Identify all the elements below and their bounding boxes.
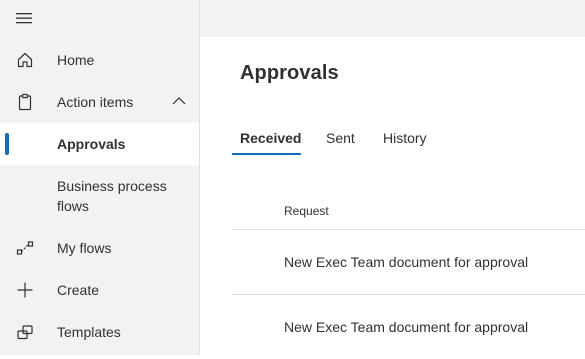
sidebar-item-label: Action items (57, 94, 134, 110)
sidebar-item-label-line2: flows (57, 198, 89, 214)
tab-sent[interactable]: Sent (326, 130, 355, 146)
hamburger-icon (16, 13, 32, 24)
hamburger-menu-button[interactable] (14, 10, 34, 26)
sidebar-item-label: Templates (57, 324, 121, 340)
sidebar-item-label: Approvals (57, 136, 126, 152)
sidebar-item-approvals[interactable]: Approvals (0, 123, 199, 165)
sidebar-item-templates[interactable]: Templates (0, 311, 199, 353)
tab-active-underline (232, 153, 301, 155)
flow-icon (16, 239, 34, 257)
sidebar-item-my-flows[interactable]: My flows (0, 227, 199, 269)
sidebar-item-home[interactable]: Home (0, 39, 199, 81)
request-title: New Exec Team document for approval (284, 319, 529, 335)
top-bar (200, 0, 585, 37)
tab-received[interactable]: Received (240, 130, 301, 146)
templates-icon (16, 323, 34, 341)
tab-history[interactable]: History (383, 130, 427, 146)
sidebar-item-label-line1: Business process (57, 178, 167, 194)
page-title: Approvals (240, 62, 339, 84)
plus-icon (16, 281, 34, 299)
chevron-up-icon[interactable] (171, 95, 187, 107)
sidebar-item-label: Business process flows (57, 176, 167, 216)
sidebar: Home Action items Approvals Business pro… (0, 0, 200, 355)
clipboard-icon (16, 93, 34, 111)
sidebar-item-label: Home (57, 52, 95, 68)
sidebar-item-label: My flows (57, 240, 112, 256)
request-title: New Exec Team document for approval (284, 254, 529, 270)
home-icon (16, 51, 34, 69)
column-header-request[interactable]: Request (284, 204, 329, 218)
table-row[interactable]: New Exec Team document for approval (232, 295, 585, 359)
sidebar-item-label: Create (57, 282, 100, 298)
sidebar-item-create[interactable]: Create (0, 269, 199, 311)
table-row[interactable]: New Exec Team document for approval (232, 230, 585, 294)
sidebar-item-action-items[interactable]: Action items (0, 81, 199, 123)
active-indicator (5, 133, 9, 155)
sidebar-item-business-process-flows[interactable]: Business process flows (0, 175, 199, 217)
